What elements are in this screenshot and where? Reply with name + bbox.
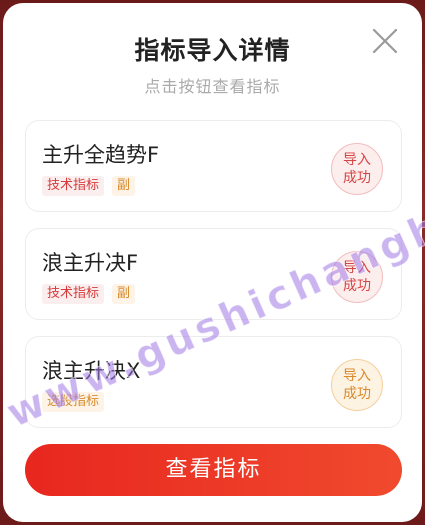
indicator-card[interactable]: 浪主升决X 选股指标 导入成功: [25, 336, 402, 428]
import-detail-modal: 指标导入详情 点击按钮查看指标 主升全趋势F 技术指标 副 导入成功 浪主升决F…: [3, 3, 422, 522]
indicator-name: 主升全趋势F: [42, 143, 160, 167]
indicator-card[interactable]: 主升全趋势F 技术指标 副 导入成功: [25, 120, 402, 212]
import-success-badge: 导入成功: [331, 143, 383, 195]
view-indicators-button[interactable]: 查看指标: [25, 444, 402, 496]
indicator-name: 浪主升决X: [42, 359, 141, 383]
indicator-sub-tag: 副: [112, 176, 136, 196]
import-success-badge: 导入成功: [331, 359, 383, 411]
indicator-type-tag: 技术指标: [42, 284, 105, 304]
indicator-name: 浪主升决F: [42, 251, 139, 275]
close-button[interactable]: [369, 25, 401, 57]
indicator-tags: 技术指标 副: [42, 284, 136, 304]
indicator-card[interactable]: 浪主升决F 技术指标 副 导入成功: [25, 228, 402, 320]
import-success-badge: 导入成功: [331, 251, 383, 303]
indicator-sub-tag: 副: [112, 284, 136, 304]
modal-title: 指标导入详情: [134, 36, 291, 65]
indicator-type-tag: 选股指标: [42, 392, 105, 412]
indicator-tags: 选股指标: [42, 392, 105, 412]
indicator-type-tag: 技术指标: [42, 176, 105, 196]
modal-subtitle: 点击按钮查看指标: [144, 77, 281, 96]
close-icon: [372, 28, 398, 54]
indicator-tags: 技术指标 副: [42, 176, 136, 196]
